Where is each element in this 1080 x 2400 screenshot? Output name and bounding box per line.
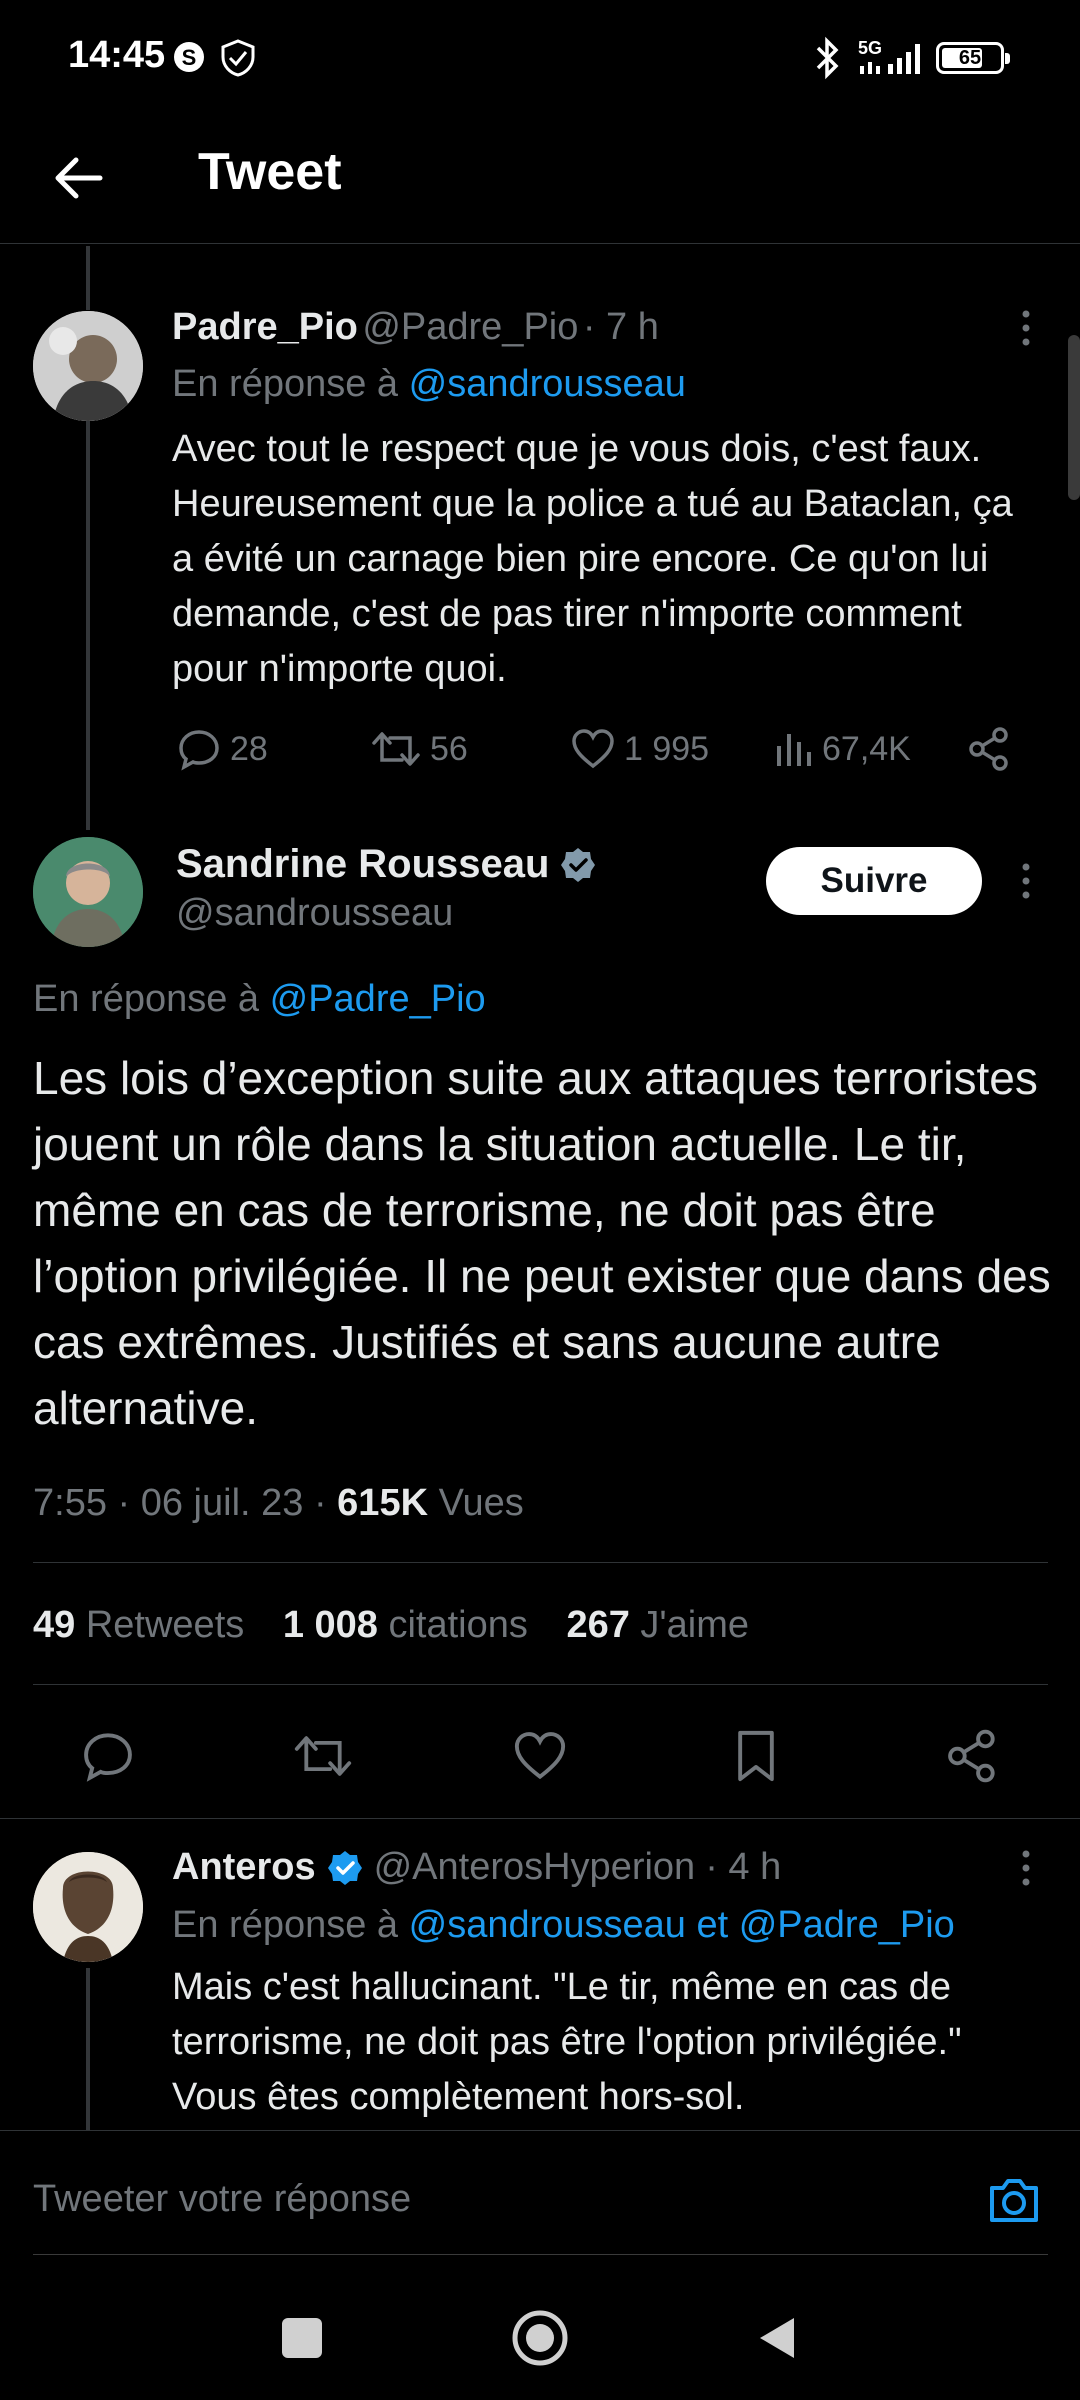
shield-check-icon bbox=[218, 38, 258, 78]
share-icon[interactable] bbox=[966, 726, 1012, 772]
reply-context: En réponse à @sandrousseau et @Padre_Pio bbox=[172, 1904, 955, 1947]
author-name[interactable]: Anteros bbox=[172, 1846, 316, 1889]
views-count: 615K bbox=[337, 1482, 429, 1524]
engagement-stats: 49 Retweets 1 008 citations 267 J'aime bbox=[33, 1604, 749, 1647]
status-bar: 14:45 S 5G 65 bbox=[0, 0, 1080, 120]
share-icon[interactable] bbox=[944, 1728, 1000, 1784]
author-name[interactable]: Padre_Pio bbox=[172, 306, 358, 348]
tweet-text: Avec tout le respect que je vous dois, c… bbox=[172, 428, 1013, 690]
system-nav-bar bbox=[0, 2250, 1080, 2400]
back-arrow-icon[interactable] bbox=[40, 140, 116, 216]
reply-prefix: En réponse à bbox=[172, 363, 399, 405]
heart-icon[interactable] bbox=[512, 1728, 568, 1784]
bluetooth-icon bbox=[812, 36, 842, 80]
tweet-time: · 4 h bbox=[705, 1846, 782, 1888]
avatar[interactable] bbox=[33, 311, 143, 421]
reply-count: 28 bbox=[230, 729, 268, 768]
divider bbox=[0, 1818, 1080, 1819]
author-handle[interactable]: @sandrousseau bbox=[176, 892, 453, 935]
views-action[interactable]: 67,4K bbox=[774, 726, 911, 772]
skype-icon: S bbox=[172, 40, 206, 74]
reply-context: En réponse à @sandrousseau bbox=[172, 363, 686, 406]
scrollbar-thumb[interactable] bbox=[1068, 335, 1080, 500]
more-options-icon[interactable] bbox=[1010, 1848, 1042, 1888]
quotes-label: citations bbox=[388, 1604, 528, 1646]
author-handle[interactable]: @AnterosHyperion bbox=[374, 1846, 696, 1889]
home-circle-icon[interactable] bbox=[510, 2308, 570, 2368]
retweet-icon bbox=[372, 732, 420, 766]
reply-action[interactable]: 28 bbox=[176, 726, 268, 772]
verified-badge-icon bbox=[327, 1850, 362, 1885]
reply-prefix: En réponse à bbox=[172, 1904, 399, 1946]
divider bbox=[33, 1684, 1048, 1685]
avatar[interactable] bbox=[33, 1852, 143, 1962]
page-title: Tweet bbox=[198, 143, 342, 201]
likes-label: J'aime bbox=[640, 1604, 750, 1646]
retweets-label: Retweets bbox=[85, 1604, 245, 1646]
thread-line-parent bbox=[86, 420, 90, 830]
retweets-count: 49 bbox=[33, 1604, 76, 1646]
views-count: 67,4K bbox=[822, 729, 911, 768]
back-triangle-icon[interactable] bbox=[756, 2314, 798, 2362]
thread-line-reply bbox=[86, 1968, 90, 2130]
camera-icon[interactable] bbox=[986, 2176, 1042, 2226]
reply-mention-link[interactable]: @Padre_Pio bbox=[270, 978, 486, 1020]
more-options-icon[interactable] bbox=[1010, 308, 1042, 348]
likes-stat[interactable]: 267 J'aime bbox=[566, 1604, 749, 1646]
signal-icon bbox=[858, 40, 928, 76]
reply-icon[interactable] bbox=[80, 1728, 136, 1784]
divider bbox=[33, 1562, 1048, 1563]
avatar[interactable] bbox=[33, 837, 143, 947]
like-action[interactable]: 1 995 bbox=[570, 726, 709, 772]
recents-square-icon[interactable] bbox=[282, 2318, 322, 2358]
verified-badge-icon bbox=[561, 847, 596, 882]
tweet-text: Mais c'est hallucinant. "Le tir, même en… bbox=[172, 1966, 962, 2118]
views-chart-icon bbox=[777, 734, 811, 766]
retweet-icon[interactable] bbox=[292, 1728, 354, 1784]
svg-text:S: S bbox=[182, 45, 197, 70]
reply-mention-link[interactable]: @sandrousseau et @Padre_Pio bbox=[409, 1904, 955, 1946]
like-count: 1 995 bbox=[624, 729, 710, 768]
tweet-reply-header: Anteros @AnterosHyperion · 4 h bbox=[172, 1846, 781, 1889]
top-app-bar: Tweet bbox=[0, 120, 1080, 244]
quotes-count: 1 008 bbox=[282, 1604, 378, 1646]
quotes-stat[interactable]: 1 008 citations bbox=[283, 1604, 528, 1646]
tweet-text: Les lois d’exception suite aux attaques … bbox=[33, 1052, 1051, 1434]
author-handle[interactable]: @Padre_Pio bbox=[362, 306, 578, 348]
tweet-date: 7:55 · 06 juil. 23 · bbox=[33, 1482, 327, 1524]
reply-input[interactable]: Tweeter votre réponse bbox=[33, 2178, 411, 2221]
views-label: Vues bbox=[438, 1482, 524, 1524]
retweet-action[interactable]: 56 bbox=[370, 726, 468, 772]
author-name-row: Sandrine Rousseau bbox=[176, 842, 597, 887]
battery-level: 65 bbox=[958, 47, 982, 69]
thread-line-top bbox=[86, 246, 90, 310]
retweet-count: 56 bbox=[430, 729, 468, 768]
follow-button[interactable]: Suivre bbox=[766, 847, 982, 915]
reply-prefix: En réponse à bbox=[33, 978, 260, 1020]
tweet-parent-header: Padre_Pio @Padre_Pio · 7 h bbox=[172, 306, 659, 349]
battery-icon: 65 bbox=[936, 42, 1010, 74]
status-time: 14:45 bbox=[68, 34, 166, 76]
heart-icon bbox=[572, 729, 614, 769]
author-name[interactable]: Sandrine Rousseau bbox=[176, 842, 549, 887]
retweets-stat[interactable]: 49 Retweets bbox=[33, 1604, 244, 1646]
reply-mention-link[interactable]: @sandrousseau bbox=[409, 363, 686, 405]
more-options-icon[interactable] bbox=[1010, 861, 1042, 901]
reply-icon bbox=[179, 730, 219, 771]
likes-count: 267 bbox=[566, 1604, 630, 1646]
reply-context: En réponse à @Padre_Pio bbox=[33, 978, 486, 1021]
tweet-time: · 7 h bbox=[582, 306, 659, 348]
bookmark-icon[interactable] bbox=[728, 1728, 784, 1784]
tweet-timestamp-row: 7:55 · 06 juil. 23 · 615K Vues bbox=[33, 1482, 524, 1525]
